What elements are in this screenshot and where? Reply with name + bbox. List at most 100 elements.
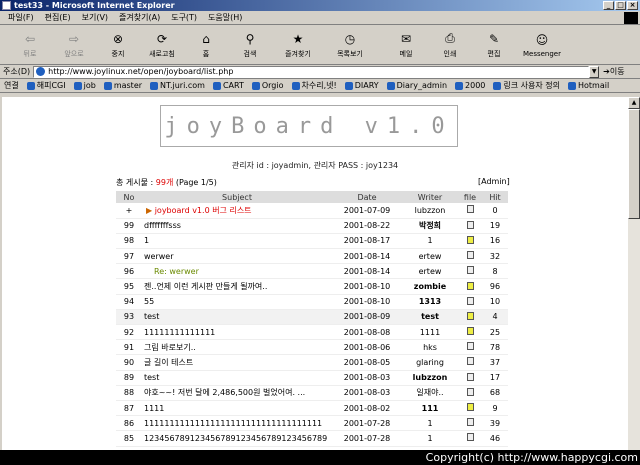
menu-tools[interactable]: 도구(T) [171,12,197,23]
menu-edit[interactable]: 편집(E) [45,12,71,23]
row-subject-link[interactable]: joyboard v1.0 버그 리스트 [155,206,252,215]
table-row[interactable]: 88 야호~~! 저번 달에 2,486,500원 벌었어여. ... 2001-0… [116,385,508,401]
row-subject-link[interactable]: dfffffffsss [144,221,181,230]
table-row[interactable]: 99 dfffffffsss 2001-08-22 박정희 19 [116,218,508,234]
row-subject-link[interactable]: werwer [144,252,174,261]
table-row[interactable]: 98 1 2001-08-17 1 16 [116,233,508,250]
favorites-button[interactable]: ★ 즐겨찾기 [272,31,324,59]
row-subject-link[interactable]: Re: werwer [154,267,199,276]
table-row[interactable]: + ▶ joyboard v1.0 버그 리스트 2001-07-09 lubzzon… [116,203,508,219]
link-custom-links[interactable]: 링크 사용자 정의 [493,80,560,91]
link-hotmail[interactable]: Hotmail [567,81,609,90]
row-subject[interactable]: 야호~~! 저번 달에 2,486,500원 벌었어여. ... [142,385,332,401]
scroll-up-arrow[interactable]: ▲ [628,97,640,109]
row-file[interactable] [458,339,482,356]
row-subject[interactable]: 글 길이 테스트 [142,354,332,371]
refresh-button[interactable]: ⟳ 새로고침 [140,31,184,59]
row-subject-link[interactable]: 글 길이 테스트 [144,358,193,367]
row-subject[interactable]: 55 [142,294,332,310]
menu-favorites[interactable]: 즐겨찾기(A) [119,12,160,23]
document-icon[interactable] [466,251,474,260]
table-row[interactable]: 90 글 길이 테스트 2001-08-05 glaring 37 [116,354,508,371]
link-chasuri[interactable]: 차수리,넷! [291,80,337,91]
table-row[interactable]: 97 werwer 2001-08-14 ertew 32 [116,248,508,265]
table-row[interactable]: 94 55 2001-08-10 1313 10 [116,294,508,310]
search-button[interactable]: ⚲ 검색 [228,31,272,59]
sound-file-icon[interactable] [466,235,474,244]
row-subject-link[interactable]: test [144,373,159,382]
link-happycgi[interactable]: 해피CGI [26,80,66,91]
document-icon[interactable] [466,342,474,351]
link-2000[interactable]: 2000 [455,81,485,90]
link-diary-admin[interactable]: Diary_admin [386,81,447,90]
row-subject[interactable]: werwer [142,248,332,265]
link-cart[interactable]: CART [212,81,244,90]
row-subject-link[interactable]: 11111111111111111111111111111111111 [144,419,322,428]
maximize-button[interactable]: □ [615,1,626,10]
link-master[interactable]: master [103,81,142,90]
stop-button[interactable]: ⊗ 중지 [96,31,140,59]
row-subject[interactable]: 11111111111111 [142,324,332,341]
sound-file-icon[interactable] [466,311,474,320]
row-subject[interactable]: ▶ joyboard v1.0 버그 리스트 [142,203,332,219]
row-subject-link[interactable]: 11111111111111 [144,328,215,337]
row-file[interactable] [458,248,482,265]
table-row[interactable]: 91 그림 바로보기.. 2001-08-06 hks 78 [116,339,508,356]
address-input[interactable]: http://www.joylinux.net/open/joyboard/li… [33,65,590,78]
document-icon[interactable] [466,266,474,275]
row-subject-link[interactable]: 1111 [144,404,164,413]
messenger-button[interactable]: ☺ Messenger [516,32,568,58]
table-row[interactable]: 96 Re: werwer 2001-08-14 ertew 8 [116,263,508,280]
table-row[interactable]: 93 test 2001-08-09 test 4 [116,309,508,326]
row-subject[interactable]: 1 [142,233,332,250]
document-icon[interactable] [466,357,474,366]
table-row[interactable]: 85 12345678912345678912345678912345678​9 2… [116,430,508,447]
link-nt-juri[interactable]: NT.juri.com [150,81,205,90]
address-dropdown-button[interactable]: ▼ [589,65,600,78]
menu-help[interactable]: 도움말(H) [208,12,242,23]
document-icon[interactable] [466,387,474,396]
mail-button[interactable]: ✉ 메일 [384,31,428,59]
minimize-button[interactable]: _ [603,1,614,10]
document-icon[interactable] [466,418,474,427]
row-subject-link[interactable]: 1 [144,236,149,245]
sound-file-icon[interactable] [466,327,474,336]
row-subject-link[interactable]: 젠..언제 이런 게시판 만들게 될까여.. [144,282,267,291]
admin-link[interactable]: [Admin] [478,177,510,186]
row-subject-link[interactable]: 55 [144,297,154,306]
print-button[interactable]: ⎙ 인쇄 [428,31,472,59]
menu-view[interactable]: 보기(V) [82,12,108,23]
row-subject[interactable]: dfffffffsss [142,218,332,234]
document-icon[interactable] [466,433,474,442]
menu-file[interactable]: 파일(F) [8,12,34,23]
row-subject[interactable]: 1111 [142,400,332,417]
scroll-thumb[interactable] [628,109,640,219]
table-row[interactable]: 87 1111 2001-08-02 111 9 [116,400,508,417]
table-row[interactable]: 95 젠..언제 이런 게시판 만들게 될까여.. 2001-08-10 zombie… [116,278,508,295]
row-file[interactable] [458,203,482,219]
row-file[interactable] [458,309,482,326]
row-file[interactable] [458,278,482,295]
row-subject[interactable]: test [142,309,332,326]
row-subject[interactable]: 11111111111111111111111111111111111 [142,415,332,432]
row-file[interactable] [458,370,482,386]
sound-file-icon[interactable] [466,403,474,412]
link-diary[interactable]: DIARY [344,81,379,90]
row-subject-link[interactable]: 야호~~! 저번 달에 2,486,500원 벌었어여. ... [144,388,305,397]
row-file[interactable] [458,218,482,234]
table-row[interactable]: 86 11111111111111111111111111111111111 200… [116,415,508,432]
link-orgio[interactable]: Orgio [251,81,284,90]
row-subject[interactable]: Re: werwer [142,263,332,280]
row-file[interactable] [458,294,482,310]
row-file[interactable] [458,263,482,280]
home-button[interactable]: ⌂ 홈 [184,31,228,59]
table-row[interactable]: 89 test 2001-08-03 lubzzon 17 [116,370,508,386]
row-file[interactable] [458,233,482,250]
back-button[interactable]: ⇦ 뒤로 [8,31,52,59]
document-icon[interactable] [466,372,474,381]
row-file[interactable] [458,400,482,417]
edit-button[interactable]: ✎ 편집 [472,31,516,59]
table-row[interactable]: 92 11111111111111 2001-08-08 1111 25 [116,324,508,341]
forward-button[interactable]: ⇨ 앞으로 [52,31,96,59]
row-file[interactable] [458,415,482,432]
